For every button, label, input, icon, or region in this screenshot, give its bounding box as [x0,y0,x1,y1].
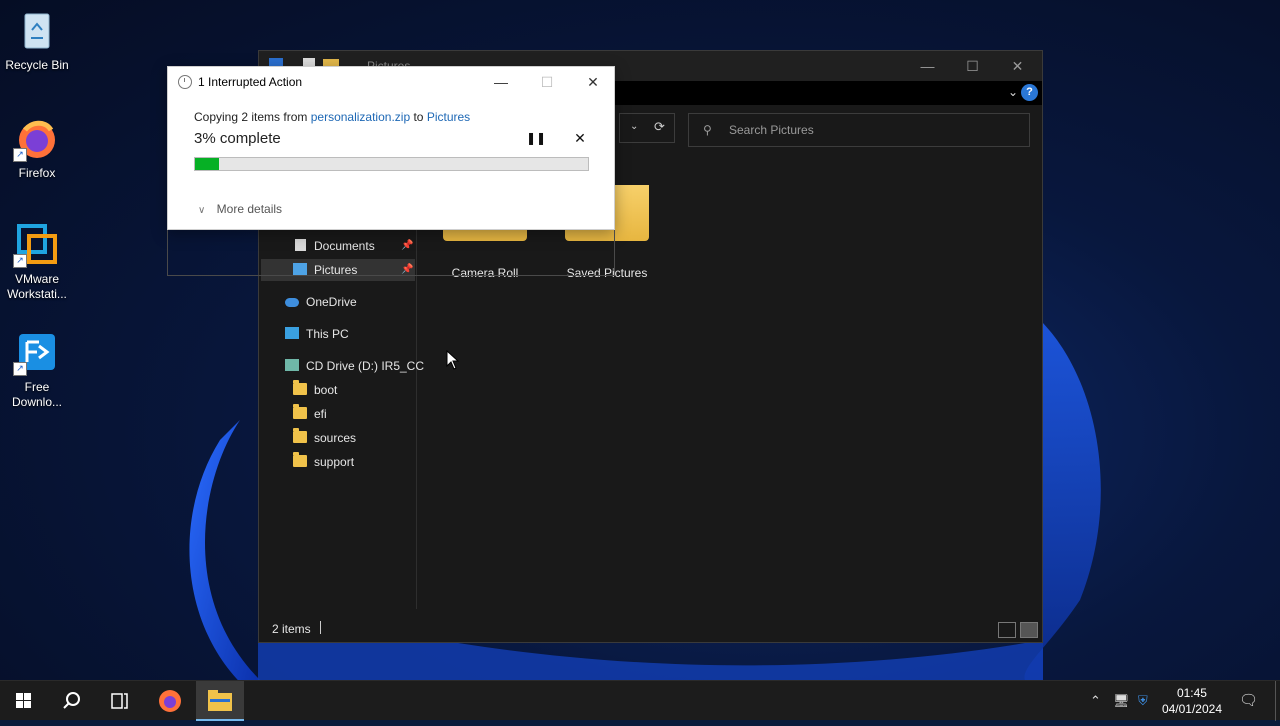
mouse-cursor-icon [446,350,460,370]
notifications-icon[interactable]: 🗨 [1239,691,1258,709]
vmware-shortcut[interactable]: ↗ VMware Workstati... [0,222,74,302]
vmware-icon: ↗ [13,222,59,268]
taskbar-file-explorer[interactable] [196,681,244,721]
minimize-button[interactable]: — [905,51,950,81]
show-desktop-button[interactable] [1275,681,1280,721]
item-count: 2 items [272,622,311,636]
expand-ribbon-icon[interactable]: ⌄ [1008,85,1018,99]
pause-button[interactable]: ❚❚ [526,131,546,147]
onedrive-icon [285,298,299,307]
search-taskbar-button[interactable] [48,681,96,721]
dialog-minimize-button[interactable]: — [478,67,524,97]
address-dropdown-icon[interactable]: ⌄ [630,121,638,132]
recycle-bin-shortcut[interactable]: Recycle Bin [0,8,74,73]
refresh-icon[interactable]: ⟳ [654,119,665,135]
dialog-body: 1 Interrupted Action — ☐ ✕ Copying 2 ite… [167,66,615,230]
firefox-icon: ↗ [13,116,59,162]
nav-label-efi: efi [314,407,327,421]
free-download-manager-icon: ↗ [13,330,59,376]
search-icon [63,692,80,709]
taskbar-firefox[interactable] [146,681,194,721]
status-divider [320,621,321,634]
more-details-label: More details [216,202,283,216]
shortcut-arrow-icon: ↗ [13,254,27,268]
free-download-manager-label: Free Downlo... [11,380,63,409]
dialog-maximize-button: ☐ [540,74,554,90]
cd-drive-icon [285,359,299,371]
cancel-copy-button[interactable]: ✕ [572,130,588,146]
maximize-button[interactable]: ☐ [950,51,995,81]
progress-bar [194,157,589,171]
percent-complete: 3% complete [194,130,281,147]
clock-date: 04/01/2024 [1161,702,1222,716]
copy-prefix: Copying 2 items from [194,110,308,124]
source-link[interactable]: personalization.zip [311,110,410,124]
network-icon[interactable]: 🖥 [1113,693,1130,709]
task-view-button[interactable] [96,681,144,721]
address-controls: ⌄ ⟳ [619,113,675,143]
nav-label-this-pc: This PC [306,327,349,341]
help-icon[interactable]: ? [1021,84,1038,101]
firefox-icon [159,690,181,712]
dialog-close-button[interactable]: ✕ [570,67,616,97]
search-icon: ⚲ [703,123,712,137]
dialog-title: 1 Interrupted Action [198,75,303,89]
search-box[interactable]: ⚲ [688,113,1030,147]
taskbar: ⌃ 🖥 ⛨ 01:45 04/01/2024 🗨 [0,680,1280,721]
shortcut-arrow-icon: ↗ [13,148,27,162]
nav-label-support: support [314,455,355,469]
copy-to-word: to [413,110,424,124]
chevron-down-icon: ∨ [198,205,206,216]
firefox-shortcut[interactable]: ↗ Firefox [0,116,74,181]
vmware-label: VMware Workstati... [7,272,67,301]
destination-link[interactable]: Pictures [427,110,470,124]
recycle-bin-icon [15,8,59,52]
nav-label-onedrive: OneDrive [306,295,357,309]
recycle-bin-label: Recycle Bin [5,58,69,72]
details-view-button[interactable] [998,622,1016,638]
task-view-icon [111,693,128,709]
this-pc-icon [285,327,299,339]
progress-fill [195,158,219,170]
nav-label-boot: boot [314,383,338,397]
folder-icon [293,452,307,467]
copy-description: Copying 2 items from personalization.zip… [194,110,470,124]
folder-icon [293,428,307,443]
file-explorer-icon [208,690,232,711]
show-hidden-icons-chevron-icon[interactable]: ⌃ [1090,693,1101,709]
dialog-titlebar[interactable]: 1 Interrupted Action — ☐ ✕ [168,67,614,97]
start-button[interactable] [0,681,48,721]
navigation-pane: Documents 📌 Pictures 📌 OneDrive This PC … [259,229,424,609]
clock-time: 01:45 [1176,686,1207,700]
security-shield-icon[interactable]: ⛨ [1138,693,1148,709]
dialog-frame-outline [167,230,615,276]
windows-logo-icon [16,693,31,708]
large-icons-view-button[interactable] [1020,622,1038,638]
nav-label-cd-drive: CD Drive (D:) IR5_CC [306,359,425,373]
nav-label-sources: sources [314,431,357,445]
more-details-toggle[interactable]: ∨ More details [198,202,282,216]
shortcut-arrow-icon: ↗ [13,362,27,376]
folder-icon [293,380,307,395]
free-download-manager-shortcut[interactable]: ↗ Free Downlo... [0,330,74,410]
clock-icon [178,75,192,89]
firefox-label: Firefox [18,166,56,180]
copy-progress-dialog: 1 Interrupted Action — ☐ ✕ Copying 2 ite… [167,66,615,277]
folder-icon [293,404,307,419]
close-button[interactable]: ✕ [995,51,1040,81]
search-input[interactable] [727,122,1011,138]
clock[interactable]: 01:45 04/01/2024 [1162,685,1222,717]
status-bar: 2 items [259,618,1042,642]
